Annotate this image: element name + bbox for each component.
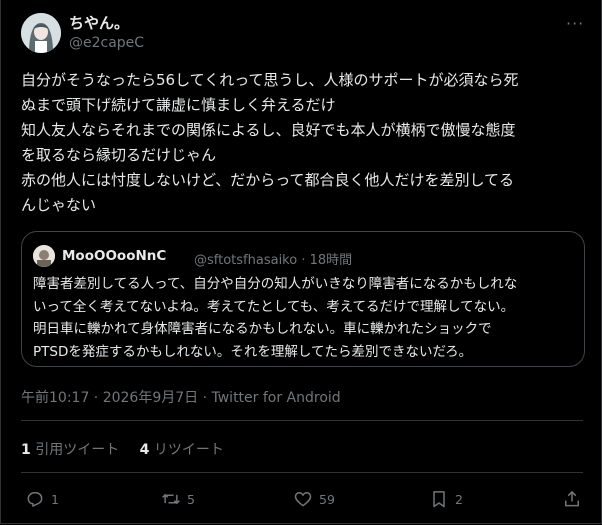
- quoted-tweet[interactable]: MooOOooNnC @sftotsfhasaiko · 18時間 障害者差別し…: [21, 231, 585, 367]
- retweet-label: リツイート: [153, 442, 224, 458]
- quote-tweets-link[interactable]: 1 引用ツイート: [21, 442, 119, 458]
- quoted-meta: @sftotsfhasaiko · 18時間: [194, 253, 353, 268]
- retweet-count: 5: [187, 491, 195, 507]
- quoted-author-avatar: [33, 245, 55, 267]
- like-icon: [294, 492, 312, 507]
- tweet-text: 自分がそうなったら56してくれって思うし、人様のサポートが必須なら死 ぬまで頭下…: [21, 71, 519, 214]
- retweet-stat-count: 4: [139, 442, 150, 458]
- author-avatar[interactable]: [21, 13, 61, 53]
- retweet-button[interactable]: 5: [161, 486, 195, 512]
- more-options-icon[interactable]: ···: [566, 14, 584, 33]
- retweet-icon: [162, 493, 180, 505]
- divider: [21, 420, 583, 421]
- tweet-timestamp[interactable]: 午前10:17 · 2026年9月7日 · Twitter for Androi…: [21, 387, 341, 407]
- engagement-stats: 1 引用ツイート 4 リツイート: [21, 439, 224, 459]
- share-icon: [565, 490, 579, 507]
- bookmark-icon: [433, 491, 445, 508]
- action-bar: 1 5 59 2: [1, 486, 601, 512]
- tweet-detail-card: ちやん。 @e2capeC ··· 自分がそうなったら56してくれって思うし、人…: [0, 0, 602, 524]
- author-name[interactable]: ちやん。: [69, 12, 129, 33]
- reply-icon: [27, 492, 43, 507]
- like-count: 59: [319, 491, 335, 507]
- reply-count: 1: [51, 491, 59, 507]
- divider: [21, 472, 583, 473]
- quote-label: 引用ツイート: [35, 442, 120, 458]
- like-button[interactable]: 59: [293, 486, 335, 512]
- bookmark-count: 2: [455, 491, 463, 507]
- quote-count: 1: [21, 442, 31, 458]
- bookmark-button[interactable]: 2: [429, 486, 463, 512]
- reply-button[interactable]: 1: [25, 486, 59, 512]
- quoted-author-name: MooOOooNnC: [62, 248, 167, 264]
- share-button[interactable]: [562, 486, 582, 512]
- quoted-text: 障害者差別してる人って、自分や自分の知人がいきなり障害者になるかもしれな いって…: [33, 276, 518, 360]
- author-handle[interactable]: @e2capeC: [69, 35, 144, 51]
- retweets-link[interactable]: 4 リツイート: [140, 442, 224, 458]
